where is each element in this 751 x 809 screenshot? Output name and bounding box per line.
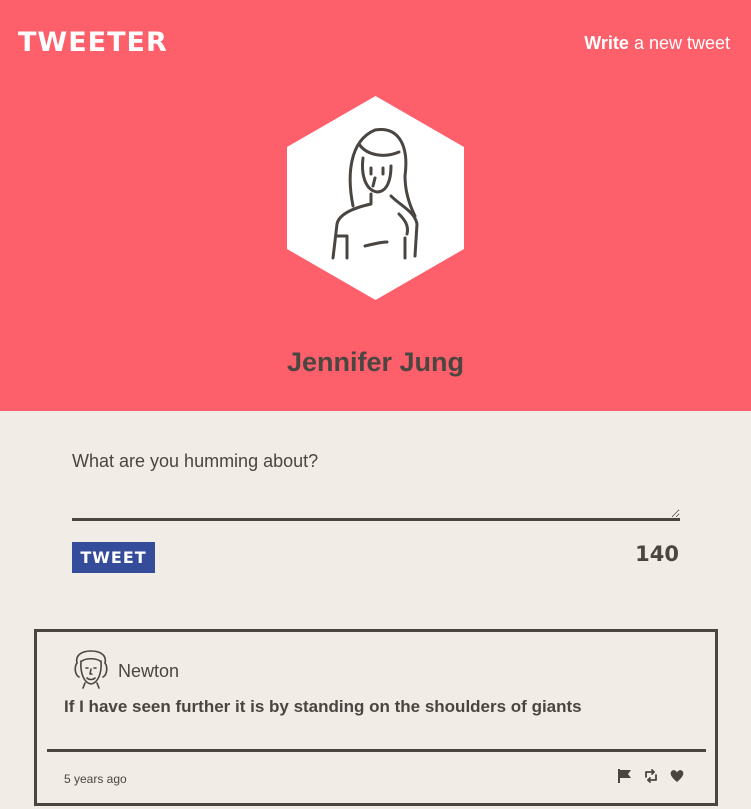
profile-name: Jennifer Jung: [286, 347, 465, 377]
tweet-timestamp: 5 years ago: [64, 772, 127, 786]
app-logo[interactable]: TWEETER: [18, 27, 168, 58]
flag-icon[interactable]: [617, 768, 633, 784]
write-link-bold: Write: [584, 33, 629, 53]
tweet-username[interactable]: Newton: [118, 661, 179, 682]
compose-tweet-input[interactable]: [72, 443, 680, 521]
tweet-divider: [47, 749, 706, 752]
char-counter: 140: [635, 542, 679, 566]
woman-avatar-icon: [287, 96, 464, 300]
tweet-button[interactable]: TWEET: [72, 542, 155, 573]
profile-header: TWEETER Write a new tweet Jennifer Jung: [0, 0, 751, 411]
write-new-tweet-link[interactable]: Write a new tweet: [584, 33, 730, 54]
tweet-card: Newton If I have seen further it is by s…: [34, 629, 718, 806]
newton-avatar-icon: [74, 650, 108, 689]
tweet-text: If I have seen further it is by standing…: [64, 697, 582, 716]
heart-icon[interactable]: [669, 768, 685, 784]
write-link-rest: a new tweet: [628, 33, 730, 53]
retweet-icon[interactable]: [643, 768, 659, 784]
tweet-actions: [617, 768, 685, 784]
